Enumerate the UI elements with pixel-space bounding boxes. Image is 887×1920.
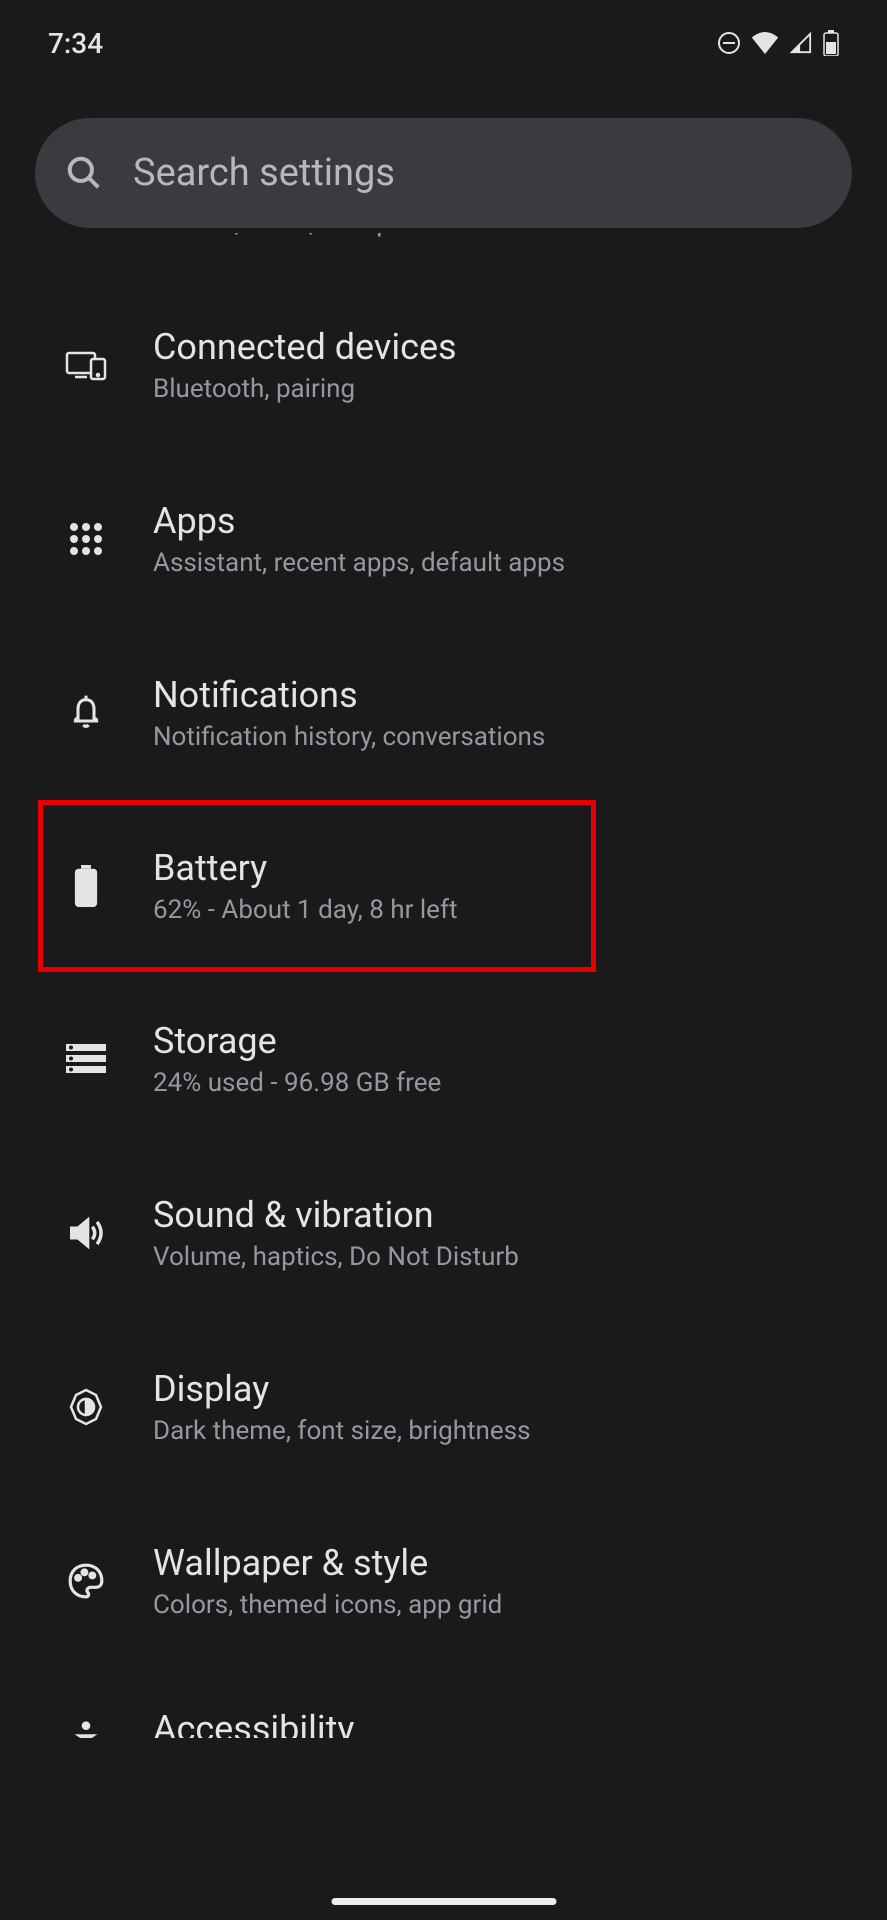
sound-icon <box>58 1214 113 1252</box>
settings-item-accessibility[interactable]: Accessibility <box>0 1668 887 1738</box>
settings-item-connected-devices[interactable]: Connected devices Bluetooth, pairing <box>0 278 887 452</box>
item-title: Display <box>153 1368 852 1410</box>
status-time: 7:34 <box>48 27 103 60</box>
settings-item-display[interactable]: Display Dark theme, font size, brightnes… <box>0 1320 887 1494</box>
search-settings-bar[interactable]: Search settings <box>35 118 852 228</box>
item-title: Storage <box>153 1020 852 1062</box>
item-text: Battery 62% - About 1 day, 8 hr left <box>153 847 556 925</box>
navigation-bar-indicator[interactable] <box>331 1898 556 1905</box>
item-text: Accessibility <box>153 1716 852 1738</box>
item-title: Connected devices <box>153 326 852 368</box>
item-title: Apps <box>153 500 852 542</box>
item-text: Storage 24% used - 96.98 GB free <box>153 1020 852 1098</box>
search-icon <box>65 154 103 192</box>
item-title: Sound & vibration <box>153 1194 852 1236</box>
item-title: Battery <box>153 847 556 889</box>
item-subtitle: 62% - About 1 day, 8 hr left <box>153 895 556 925</box>
item-subtitle: Colors, themed icons, app grid <box>153 1590 852 1620</box>
dnd-icon <box>717 31 741 55</box>
settings-item-notifications[interactable]: Notifications Notification history, conv… <box>0 626 887 800</box>
connected-devices-icon <box>58 349 113 381</box>
item-title: Wallpaper & style <box>153 1542 852 1584</box>
palette-icon <box>58 1562 113 1600</box>
item-text: Notifications Notification history, conv… <box>153 674 852 752</box>
item-text: Wallpaper & style Colors, themed icons, … <box>153 1542 852 1620</box>
item-text: Sound & vibration Volume, haptics, Do No… <box>153 1194 852 1272</box>
battery-status-icon <box>823 30 839 56</box>
item-text: Display Dark theme, font size, brightnes… <box>153 1368 852 1446</box>
bell-icon <box>58 693 113 733</box>
apps-icon <box>58 522 113 556</box>
status-bar: 7:34 <box>0 0 887 68</box>
item-text: Apps Assistant, recent apps, default app… <box>153 500 852 578</box>
storage-icon <box>58 1044 113 1074</box>
settings-item-sound[interactable]: Sound & vibration Volume, haptics, Do No… <box>0 1146 887 1320</box>
settings-list: Mobile, Wi‑Fi, hotspot Connected devices… <box>0 238 887 1738</box>
status-icons <box>717 30 839 56</box>
item-subtitle: Bluetooth, pairing <box>153 374 852 404</box>
item-text: Connected devices Bluetooth, pairing <box>153 326 852 404</box>
accessibility-icon <box>58 1716 113 1738</box>
settings-item-battery[interactable]: Battery 62% - About 1 day, 8 hr left <box>43 805 591 967</box>
item-subtitle: Volume, haptics, Do Not Disturb <box>153 1242 852 1272</box>
settings-item-wallpaper[interactable]: Wallpaper & style Colors, themed icons, … <box>0 1494 887 1668</box>
battery-icon <box>58 865 113 907</box>
item-title: Accessibility <box>153 1708 852 1738</box>
item-subtitle: 24% used - 96.98 GB free <box>153 1068 852 1098</box>
wifi-icon <box>751 32 779 54</box>
settings-item-storage[interactable]: Storage 24% used - 96.98 GB free <box>0 972 887 1146</box>
partial-network-subtitle: Mobile, Wi‑Fi, hotspot <box>0 233 887 268</box>
battery-highlight-box: Battery 62% - About 1 day, 8 hr left <box>38 800 596 972</box>
item-title: Notifications <box>153 674 852 716</box>
search-container: Search settings <box>35 118 852 228</box>
search-placeholder: Search settings <box>133 151 395 195</box>
item-subtitle: Notification history, conversations <box>153 722 852 752</box>
item-subtitle: Assistant, recent apps, default apps <box>153 548 852 578</box>
brightness-icon <box>58 1387 113 1427</box>
item-subtitle: Dark theme, font size, brightness <box>153 1416 852 1446</box>
settings-item-apps[interactable]: Apps Assistant, recent apps, default app… <box>0 452 887 626</box>
cellular-icon <box>789 32 813 54</box>
